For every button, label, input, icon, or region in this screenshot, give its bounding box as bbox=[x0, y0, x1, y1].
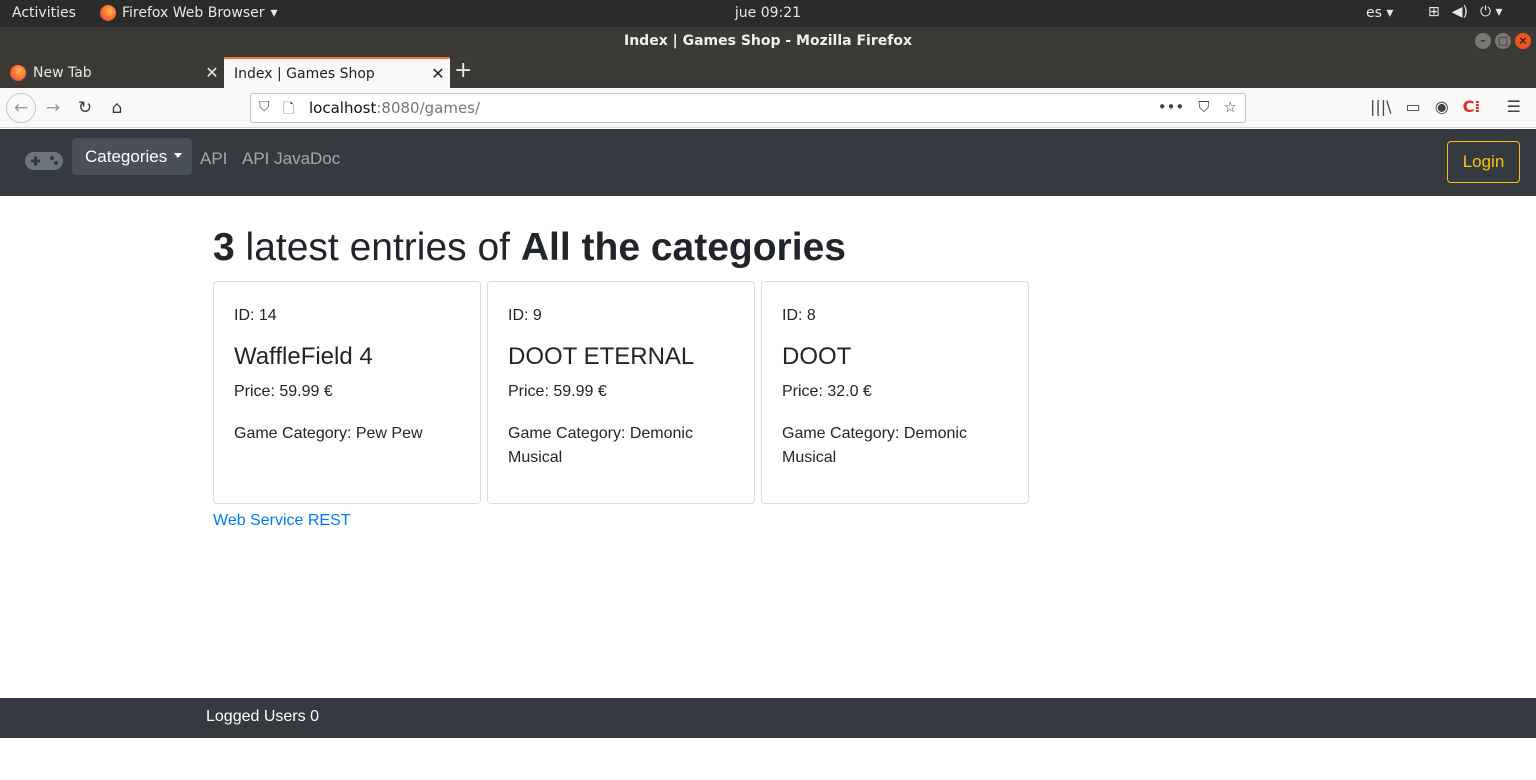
web-service-rest-link[interactable]: Web Service REST bbox=[213, 512, 351, 530]
extension-icon[interactable]: C⁞ bbox=[1463, 97, 1481, 116]
system-top-bar: Activities Firefox Web Browser ▾ jue 09:… bbox=[0, 0, 1536, 27]
game-card: ID: 8 DOOT Price: 32.0 € Game Category: … bbox=[761, 281, 1029, 504]
tab-strip: New Tab ✕ Index | Games Shop ✕ + bbox=[0, 55, 1536, 88]
entry-count: 3 bbox=[213, 226, 235, 269]
categories-label: Categories bbox=[85, 147, 168, 166]
game-name: WaffleField 4 bbox=[234, 343, 373, 370]
bookmark-star-icon[interactable]: ☆ bbox=[1224, 98, 1237, 116]
sidebar-icon[interactable]: ▭ bbox=[1406, 97, 1421, 116]
page-info-icon[interactable]: 🗋 bbox=[283, 98, 294, 122]
site-footer: Logged Users 0 bbox=[0, 698, 1536, 738]
nav-link-api[interactable]: API bbox=[200, 149, 227, 169]
url-path: :8080/games/ bbox=[376, 99, 481, 117]
reload-button[interactable]: ↻ bbox=[73, 96, 97, 120]
game-id: ID: 14 bbox=[234, 307, 277, 324]
page-heading: 3 latest entries of All the categories bbox=[213, 226, 846, 270]
firefox-icon bbox=[10, 64, 26, 81]
maximize-button[interactable]: □ bbox=[1495, 33, 1511, 49]
minimize-button[interactable]: – bbox=[1475, 33, 1491, 49]
app-menu[interactable]: Firefox Web Browser ▾ bbox=[100, 5, 278, 21]
game-id: ID: 9 bbox=[508, 307, 542, 324]
game-price: Price: 59.99 € bbox=[508, 383, 607, 400]
page-actions-icon[interactable]: ••• bbox=[1158, 98, 1185, 116]
category-scope: All the categories bbox=[520, 226, 846, 269]
close-tab-icon[interactable]: ✕ bbox=[200, 63, 224, 82]
url-host: localhost bbox=[309, 99, 377, 117]
tab-games-shop[interactable]: Index | Games Shop ✕ bbox=[224, 57, 450, 88]
activities-button[interactable]: Activities bbox=[12, 5, 76, 21]
firefox-icon bbox=[100, 5, 116, 21]
game-card: ID: 9 DOOT ETERNAL Price: 59.99 € Game C… bbox=[487, 281, 755, 504]
game-category: Game Category: Pew Pew bbox=[234, 425, 423, 442]
new-tab-button[interactable]: + bbox=[454, 58, 472, 83]
game-category: Game Category: Demonic Musical bbox=[508, 425, 693, 466]
heading-text: latest entries of bbox=[234, 226, 521, 269]
language-indicator[interactable]: es ▾ bbox=[1366, 5, 1393, 21]
account-icon[interactable]: ◉ bbox=[1435, 97, 1449, 116]
close-tab-icon[interactable]: ✕ bbox=[426, 64, 450, 83]
game-name: DOOT ETERNAL bbox=[508, 343, 695, 370]
site-navbar: Categories API API JavaDoc Login bbox=[0, 129, 1536, 196]
language-label: es bbox=[1366, 5, 1382, 21]
game-category: Game Category: Demonic Musical bbox=[782, 425, 967, 466]
game-id: ID: 8 bbox=[782, 307, 816, 324]
system-tray[interactable]: ⊞ ◀) ⏻ ▾ bbox=[1428, 4, 1503, 20]
window-titlebar: Index | Games Shop - Mozilla Firefox – □… bbox=[0, 27, 1536, 55]
library-icon[interactable]: |||\ bbox=[1370, 97, 1392, 116]
logged-users-text: Logged Users 0 bbox=[206, 708, 319, 725]
gamepad-logo-icon[interactable] bbox=[24, 150, 64, 172]
tab-label: Index | Games Shop bbox=[234, 65, 375, 82]
game-price: Price: 59.99 € bbox=[234, 383, 333, 400]
shield-icon[interactable]: ⛉ bbox=[259, 99, 270, 115]
pocket-icon[interactable]: ⛉ bbox=[1198, 98, 1209, 116]
hamburger-menu-icon[interactable]: ☰ bbox=[1506, 97, 1520, 116]
volume-icon: ◀) bbox=[1451, 4, 1468, 20]
tab-new-tab[interactable]: New Tab ✕ bbox=[0, 57, 224, 88]
back-button[interactable]: ← bbox=[6, 93, 36, 123]
home-button[interactable]: ⌂ bbox=[105, 96, 129, 120]
login-button[interactable]: Login bbox=[1447, 141, 1520, 183]
app-menu-label: Firefox Web Browser bbox=[122, 5, 265, 21]
toolbar-right: |||\ ▭ ◉ C⁞ ☰ bbox=[1370, 97, 1521, 116]
nav-link-api-javadoc[interactable]: API JavaDoc bbox=[242, 149, 340, 169]
game-name: DOOT bbox=[782, 343, 852, 370]
tab-label: New Tab bbox=[33, 64, 92, 81]
url-text[interactable]: localhost:8080/games/ bbox=[309, 99, 480, 117]
address-bar[interactable]: ⛉ 🗋 localhost:8080/games/ ••• ⛉ ☆ bbox=[250, 93, 1246, 123]
nav-toolbar: ← → ↻ ⌂ ⛉ 🗋 localhost:8080/games/ ••• ⛉ … bbox=[0, 88, 1536, 128]
window-title: Index | Games Shop - Mozilla Firefox bbox=[624, 33, 912, 49]
game-price: Price: 32.0 € bbox=[782, 383, 872, 400]
categories-dropdown[interactable]: Categories bbox=[72, 138, 192, 175]
close-window-button[interactable]: × bbox=[1515, 33, 1531, 49]
chevron-down-icon: ▾ bbox=[270, 5, 278, 21]
game-card: ID: 14 WaffleField 4 Price: 59.99 € Game… bbox=[213, 281, 481, 504]
network-icon: ⊞ bbox=[1428, 4, 1440, 20]
caret-down-icon bbox=[174, 153, 183, 158]
power-icon: ⏻ ▾ bbox=[1479, 4, 1503, 20]
forward-button[interactable]: → bbox=[41, 96, 65, 120]
